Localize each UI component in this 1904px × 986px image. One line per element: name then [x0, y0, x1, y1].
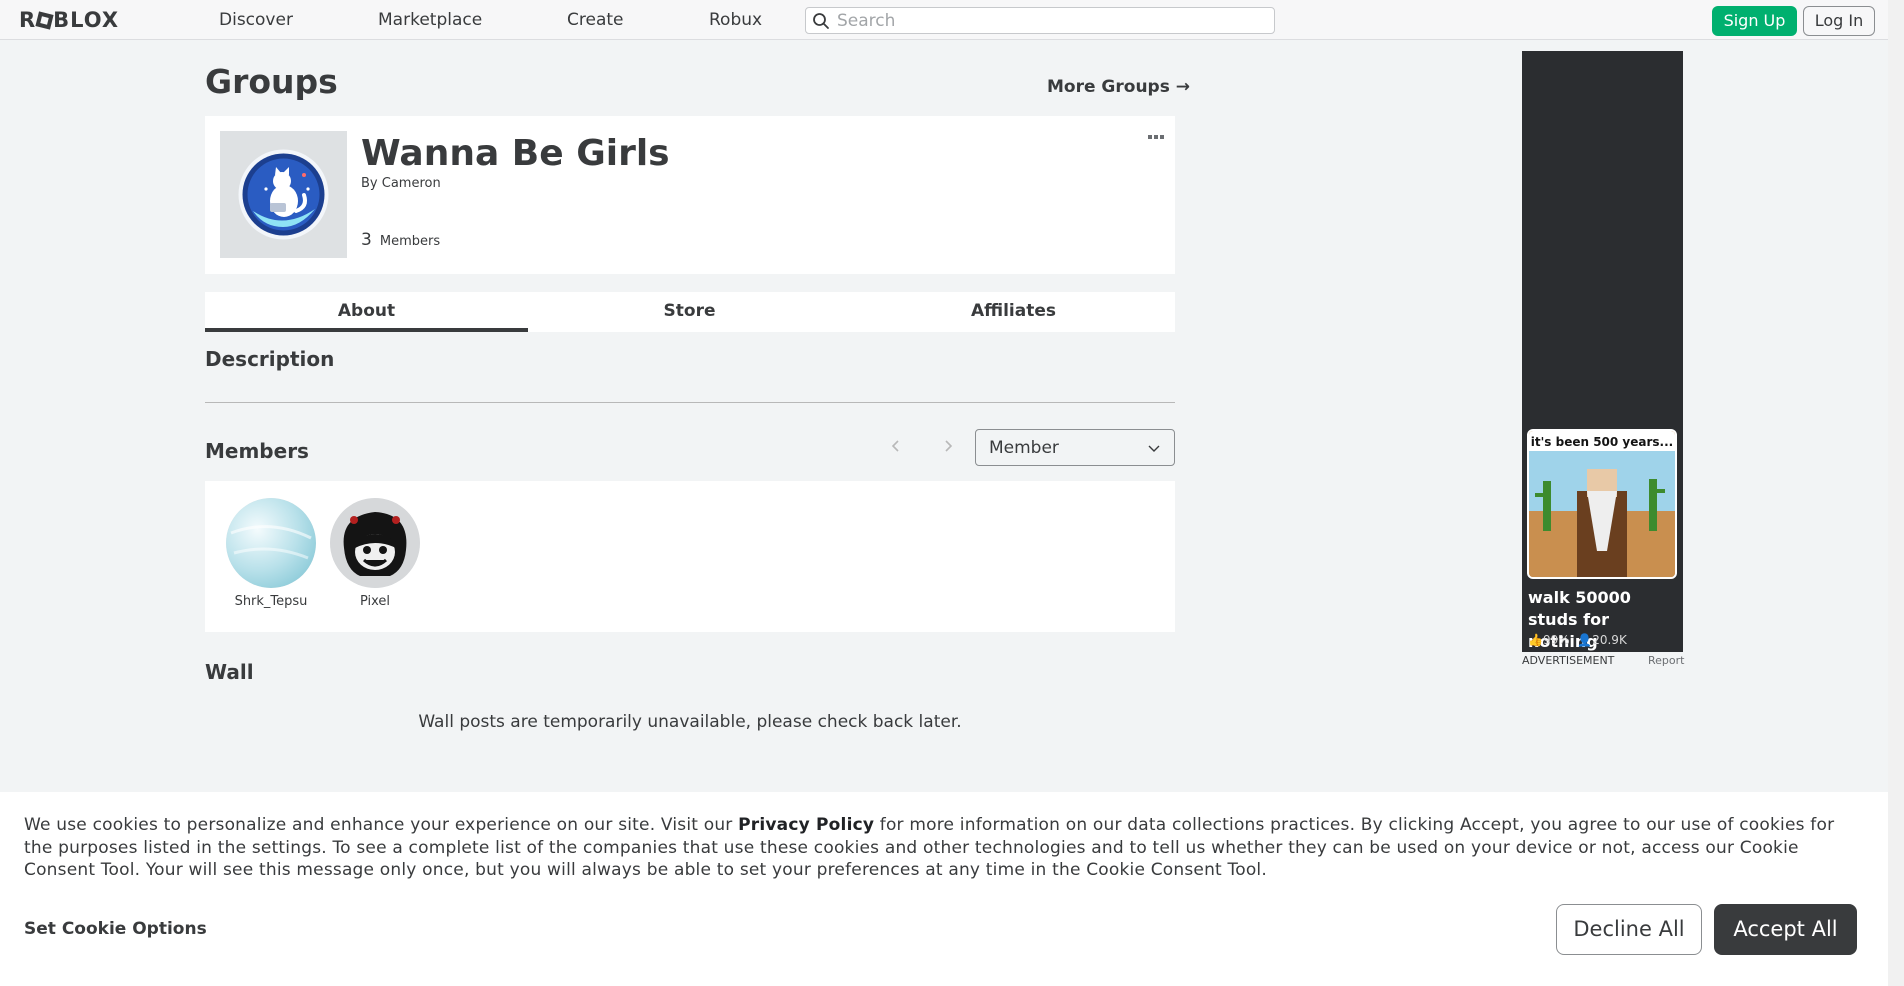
accept-all-button[interactable]: Accept All	[1714, 904, 1857, 955]
wall-unavailable-message: Wall posts are temporarily unavailable, …	[418, 712, 962, 732]
player-icon: 👤	[1577, 633, 1593, 647]
tab-store[interactable]: Store	[528, 292, 851, 332]
thumbs-up-icon: 👍	[1528, 633, 1543, 647]
member-count: 3 Members	[361, 230, 440, 252]
owner-link[interactable]: Cameron	[382, 176, 441, 191]
more-groups-link[interactable]: More Groups →	[1047, 77, 1190, 97]
description-title: Description	[205, 347, 335, 371]
cookie-banner: We use cookies to personalize and enhanc…	[0, 792, 1888, 986]
roblox-logo[interactable]: R BLOX	[19, 9, 119, 31]
nav-robux[interactable]: Robux	[709, 11, 762, 29]
wall-title: Wall	[205, 660, 254, 684]
scrollbar[interactable]	[1888, 0, 1904, 986]
ad-players: 20.9K	[1592, 633, 1627, 647]
group-name: Wanna Be Girls	[361, 133, 670, 174]
role-filter-dropdown[interactable]: Member	[975, 429, 1175, 466]
group-header-card: Wanna Be Girls By Cameron 3 Members	[205, 116, 1175, 274]
group-emblem-image	[238, 149, 329, 240]
cookie-message: We use cookies to personalize and enhanc…	[24, 814, 1864, 882]
decline-all-button[interactable]: Decline All	[1556, 904, 1702, 955]
search-input[interactable]	[837, 10, 1267, 31]
group-owner: By Cameron	[361, 176, 441, 192]
next-page-icon[interactable]	[937, 435, 959, 457]
search-box[interactable]	[805, 7, 1275, 34]
ad-rating: 99%	[1542, 633, 1570, 647]
page-title: Groups	[205, 62, 338, 101]
chevron-down-icon	[1148, 445, 1160, 452]
ad-report-link[interactable]: Report	[1648, 654, 1684, 667]
ad-stats: 👍99% 👤20.9K	[1528, 633, 1627, 647]
previous-page-icon[interactable]	[885, 435, 907, 457]
section-divider	[205, 402, 1175, 403]
member-name: Shrk_Tepsu	[234, 594, 308, 609]
role-filter-value: Member	[989, 438, 1059, 458]
tab-about[interactable]: About	[205, 292, 528, 332]
tab-affiliates[interactable]: Affiliates	[852, 292, 1175, 332]
avatar	[330, 498, 420, 588]
sign-up-button[interactable]: Sign Up	[1712, 6, 1797, 36]
members-title: Members	[205, 439, 309, 463]
members-list: Shrk_Tepsu Pixel	[205, 481, 1175, 632]
owner-prefix: By	[361, 176, 378, 191]
ad-label: ADVERTISEMENT	[1522, 654, 1615, 667]
group-emblem	[220, 131, 347, 258]
member-card[interactable]: Shrk_Tepsu	[221, 498, 321, 610]
member-card[interactable]: Pixel	[325, 498, 425, 610]
member-name: Pixel	[359, 594, 391, 609]
group-tabs: About Store Affiliates	[205, 292, 1175, 332]
member-count-number: 3	[361, 230, 372, 250]
more-options-icon[interactable]	[1147, 133, 1165, 141]
advertisement[interactable]: it's been 500 years... walk 50000 studs …	[1522, 51, 1683, 652]
ad-image-caption: it's been 500 years...	[1531, 435, 1673, 449]
member-count-label: Members	[379, 234, 441, 249]
cookie-text-before: We use cookies to personalize and enhanc…	[24, 815, 739, 835]
ad-image: it's been 500 years...	[1527, 429, 1677, 579]
log-in-button[interactable]: Log In	[1803, 6, 1875, 36]
nav-marketplace[interactable]: Marketplace	[378, 11, 482, 29]
set-cookie-options-button[interactable]: Set Cookie Options	[24, 919, 207, 939]
avatar	[226, 498, 316, 588]
privacy-policy-link[interactable]: Privacy Policy	[738, 815, 874, 835]
top-navigation: R BLOX Discover Marketplace Create Robux …	[0, 0, 1904, 40]
search-icon	[813, 13, 829, 29]
nav-create[interactable]: Create	[567, 11, 624, 29]
nav-discover[interactable]: Discover	[219, 11, 293, 29]
